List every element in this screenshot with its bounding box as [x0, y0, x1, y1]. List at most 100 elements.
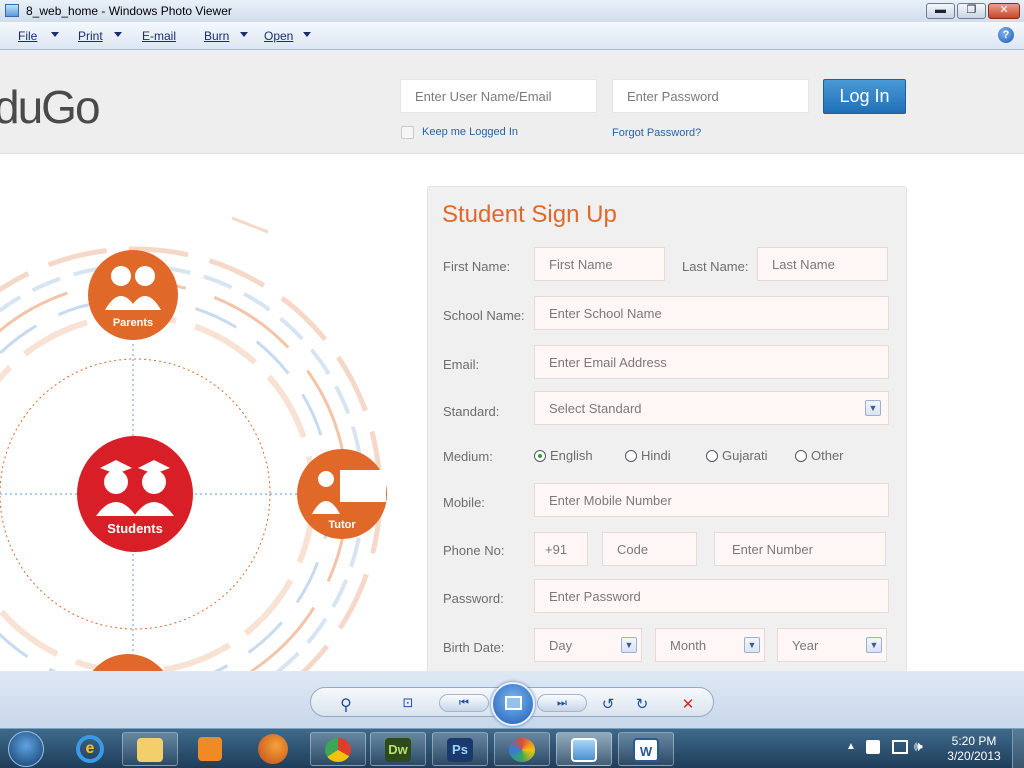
clock-date: 3/20/2013: [947, 749, 1001, 763]
menu-print[interactable]: Print: [78, 29, 103, 43]
firefox-icon[interactable]: [258, 734, 288, 764]
previous-button[interactable]: ⏮: [439, 694, 489, 712]
volume-icon[interactable]: 🕪: [914, 738, 923, 755]
start-button[interactable]: [8, 731, 44, 767]
minimize-button[interactable]: ▬: [926, 3, 955, 19]
chevron-down-icon[interactable]: [114, 32, 122, 37]
chevron-down-icon[interactable]: ▼: [744, 637, 760, 653]
first-name-input[interactable]: First Name: [534, 247, 665, 281]
window-titlebar: 8_web_home - Windows Photo Viewer ▬ ❐ ✕: [0, 0, 1024, 22]
chevron-down-icon[interactable]: [303, 32, 311, 37]
next-button[interactable]: ⏭: [537, 694, 587, 712]
medium-other-label: Other: [811, 448, 844, 463]
chevron-down-icon[interactable]: [240, 32, 248, 37]
medium-gujarati-label: Gujarati: [722, 448, 768, 463]
maximize-icon: ❐: [966, 4, 977, 16]
taskbar-dreamweaver[interactable]: Dw: [370, 732, 426, 766]
parents-node[interactable]: Parents: [88, 250, 178, 340]
birth-date-label: Birth Date:: [443, 640, 505, 655]
previous-icon: ⏮: [459, 697, 469, 709]
first-name-label: First Name:: [443, 259, 511, 274]
word-icon: W: [633, 738, 659, 762]
slideshow-button[interactable]: [491, 682, 535, 726]
menu-burn[interactable]: Burn: [204, 29, 229, 43]
tutor-label: Tutor: [328, 519, 356, 531]
month-value: Month: [670, 638, 707, 653]
mobile-input[interactable]: Enter Mobile Number: [534, 483, 889, 517]
system-clock[interactable]: 5:20 PM 3/20/2013: [944, 734, 1004, 764]
chevron-down-icon[interactable]: [51, 32, 59, 37]
medium-english-label: English: [550, 448, 593, 463]
students-node[interactable]: Students: [77, 436, 193, 552]
taskbar-paint[interactable]: [494, 732, 550, 766]
medium-radio-other[interactable]: [795, 450, 807, 462]
menu-file[interactable]: File: [18, 29, 37, 43]
slideshow-icon: [505, 696, 522, 710]
school-name-label: School Name:: [443, 308, 525, 323]
login-button[interactable]: Log In: [823, 79, 906, 114]
taskbar-explorer[interactable]: [122, 732, 178, 766]
minimize-icon: ▬: [935, 4, 946, 16]
chevron-down-icon[interactable]: ▼: [865, 400, 881, 416]
email-input[interactable]: Enter Email Address: [534, 345, 889, 379]
phone-code-input[interactable]: Code: [602, 532, 697, 566]
birth-day-select[interactable]: Day ▼: [534, 628, 642, 662]
delete-icon[interactable]: ✕: [677, 695, 699, 713]
medium-radio-gujarati[interactable]: [706, 450, 718, 462]
standard-select[interactable]: Select Standard ▼: [534, 391, 889, 425]
keep-logged-in-label: Keep me Logged In: [422, 126, 519, 138]
taskbar-chrome[interactable]: [310, 732, 366, 766]
rotate-counterclockwise-icon[interactable]: ↺: [597, 695, 619, 713]
help-icon: ?: [1002, 29, 1010, 41]
keep-logged-in-checkbox[interactable]: [401, 126, 414, 139]
password-input[interactable]: Enter Password: [612, 79, 809, 113]
window-title: 8_web_home - Windows Photo Viewer: [26, 4, 232, 18]
media-icon[interactable]: [198, 737, 222, 761]
actual-size-icon[interactable]: ⊡: [397, 695, 419, 711]
menubar: File Print E-mail Burn Open ?: [0, 22, 1024, 50]
last-name-label: Last Name:: [682, 259, 749, 274]
next-icon: ⏭: [557, 697, 567, 709]
forgot-password-link[interactable]: Forgot Password?: [612, 127, 701, 139]
chevron-down-icon[interactable]: ▼: [866, 637, 882, 653]
username-input[interactable]: Enter User Name/Email: [400, 79, 597, 113]
photoshop-icon: Ps: [447, 738, 473, 762]
show-desktop-button[interactable]: [1012, 729, 1024, 768]
action-center-icon[interactable]: [866, 740, 880, 754]
photo-viewer-icon: [571, 738, 597, 762]
show-hidden-icons-icon[interactable]: ▲: [846, 741, 856, 752]
network-icon[interactable]: [892, 740, 908, 754]
ie-icon[interactable]: e: [76, 735, 104, 763]
parents-label: Parents: [113, 317, 153, 329]
phone-number-input[interactable]: Enter Number: [714, 532, 886, 566]
windows-taskbar: e Dw Ps W ▲ 🕪 5:20 PM 3/20/2013: [0, 728, 1024, 768]
taskbar-photo-viewer[interactable]: [556, 732, 612, 766]
taskbar-photoshop[interactable]: Ps: [432, 732, 488, 766]
chevron-down-icon[interactable]: ▼: [621, 637, 637, 653]
school-name-input[interactable]: Enter School Name: [534, 296, 889, 330]
birth-month-select[interactable]: Month ▼: [655, 628, 765, 662]
medium-radio-english[interactable]: [534, 450, 546, 462]
students-label: Students: [107, 521, 163, 536]
tutor-node[interactable]: Tutor: [297, 449, 387, 539]
menu-email[interactable]: E-mail: [142, 29, 176, 43]
taskbar-word[interactable]: W: [618, 732, 674, 766]
last-name-input[interactable]: Last Name: [757, 247, 888, 281]
help-button[interactable]: ?: [998, 27, 1014, 43]
viewer-toolbar: ⚲ ⊡ ⏮ ⏭ ↺ ↻ ✕: [0, 671, 1024, 728]
medium-hindi-label: Hindi: [641, 448, 671, 463]
rotate-clockwise-icon[interactable]: ↻: [631, 695, 653, 713]
close-window-button[interactable]: ✕: [988, 3, 1020, 19]
signup-password-input[interactable]: Enter Password: [534, 579, 889, 613]
phone-prefix-input[interactable]: +91: [534, 532, 588, 566]
email-label: Email:: [443, 357, 480, 372]
menu-open[interactable]: Open: [264, 29, 293, 43]
signup-title: Student Sign Up: [442, 201, 617, 228]
birth-year-select[interactable]: Year ▼: [777, 628, 887, 662]
day-value: Day: [549, 638, 573, 653]
phone-label: Phone No:: [443, 543, 505, 558]
medium-radio-hindi[interactable]: [625, 450, 637, 462]
zoom-icon[interactable]: ⚲: [335, 695, 357, 715]
close-icon: ✕: [999, 4, 1009, 16]
maximize-button[interactable]: ❐: [957, 3, 986, 19]
